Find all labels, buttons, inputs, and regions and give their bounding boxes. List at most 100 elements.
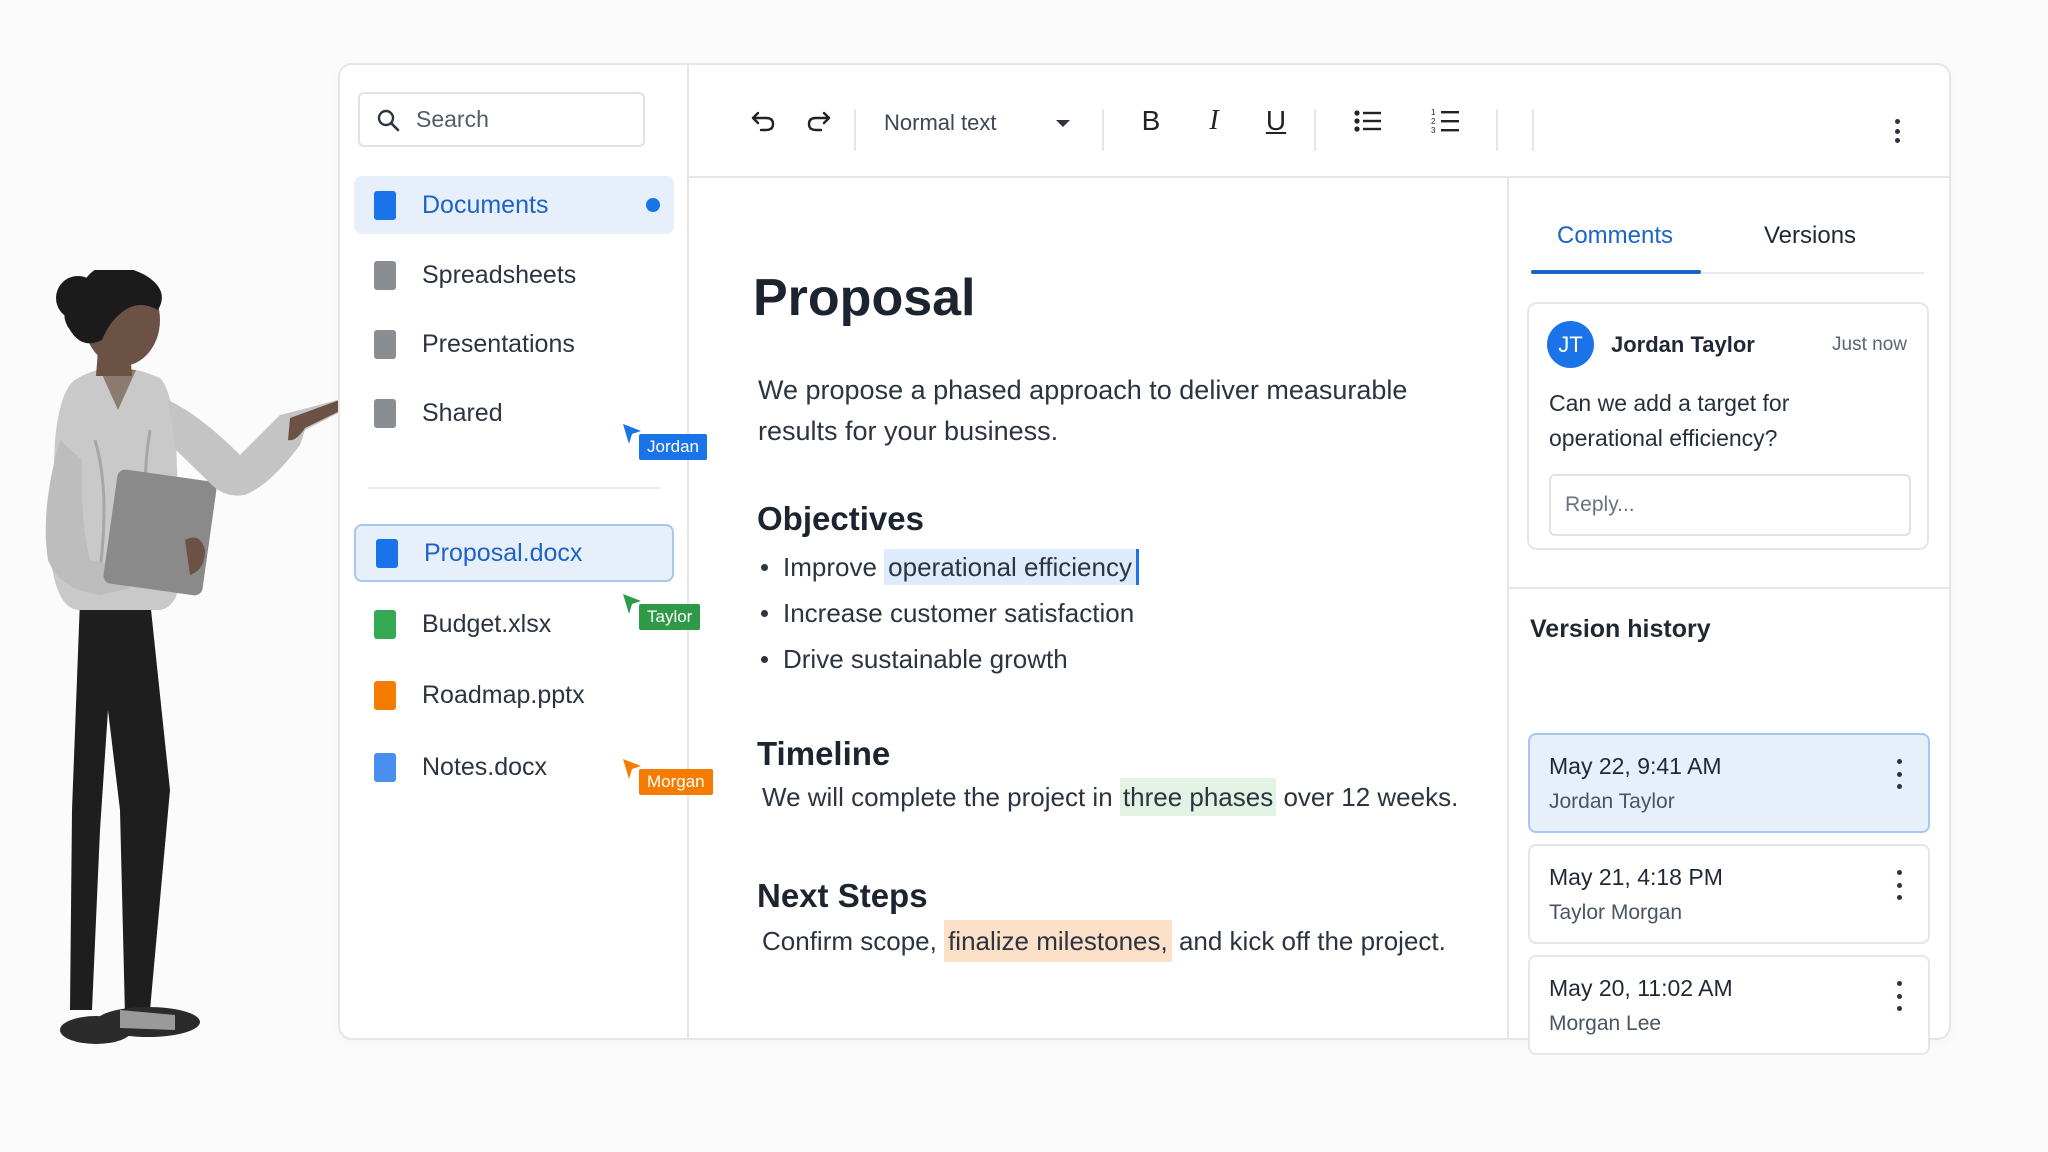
file-item-label: Proposal.docx [424, 538, 583, 567]
bold-button[interactable]: B [1129, 99, 1173, 143]
more-vertical-icon-dot [1894, 128, 1900, 134]
shared-icon [374, 398, 396, 428]
more-vertical-icon-dot [1896, 993, 1902, 999]
app-window: Documents Spreadsheets Presentations Sha… [338, 63, 1951, 1055]
toolbar-separator [854, 109, 856, 151]
version-more-button[interactable] [1892, 759, 1906, 789]
document-title: Proposal [753, 269, 976, 327]
reply-input[interactable] [1549, 474, 1911, 536]
doc-file-icon [374, 752, 396, 782]
presentations-icon [374, 329, 396, 359]
chevron-down-icon [1056, 120, 1070, 127]
sidebar-item-documents[interactable]: Documents [354, 176, 674, 234]
collaborator-cursor-taylor: Taylor [621, 592, 701, 630]
text-style-dropdown[interactable]: Normal text [884, 101, 1084, 145]
file-item-proposal[interactable]: Proposal.docx [354, 524, 674, 582]
slides-file-icon [374, 680, 396, 710]
tab-versions[interactable]: Versions [1764, 222, 1856, 250]
bulleted-list-icon [1354, 110, 1381, 132]
sidebar-item-presentations[interactable]: Presentations [354, 315, 674, 373]
text-style-value: Normal text [884, 110, 997, 135]
redo-icon [807, 111, 831, 132]
version-author: Taylor Morgan [1549, 901, 1683, 924]
more-vertical-icon [1896, 981, 1902, 986]
more-vertical-icon-dot [1896, 895, 1902, 900]
version-history-title: Version history [1530, 615, 1711, 643]
numbered-list-button[interactable]: 1 2 3 [1424, 99, 1468, 143]
active-indicator-dot [646, 198, 660, 212]
avatar: JT [1547, 321, 1594, 368]
comment-timestamp: Just now [1832, 334, 1907, 355]
collaborator-highlight-morgan[interactable]: finalize milestones, [944, 920, 1172, 962]
active-tab-underline [1531, 270, 1701, 274]
svg-text:2: 2 [1431, 117, 1436, 126]
italic-button[interactable]: I [1192, 99, 1236, 143]
more-vertical-icon [1896, 870, 1902, 875]
timeline-text-prefix: We will complete the project in [762, 782, 1120, 812]
more-vertical-icon-dot [1896, 771, 1902, 777]
editor-toolbar: Normal text B I U 1 2 3 [689, 65, 1949, 178]
sidebar-divider [368, 487, 660, 489]
undo-button[interactable] [741, 99, 785, 143]
comment-highlight[interactable]: operational efficiency [884, 549, 1139, 585]
underline-button[interactable]: U [1254, 99, 1298, 143]
panel-divider [1509, 587, 1949, 589]
sidebar-item-label: Shared [422, 398, 503, 427]
sidebar-item-spreadsheets[interactable]: Spreadsheets [354, 246, 674, 304]
numbered-list-icon: 1 2 3 [1431, 108, 1459, 135]
version-more-button[interactable] [1892, 981, 1906, 1011]
toolbar-separator [1532, 109, 1534, 151]
italic-label: I [1209, 105, 1219, 136]
objectives-heading: Objectives [757, 500, 924, 537]
list-item: Drive sustainable growth [761, 636, 1139, 682]
more-vertical-icon-dot [1894, 138, 1900, 143]
version-card[interactable]: May 22, 9:41 AM Jordan Taylor [1528, 733, 1930, 833]
file-item-roadmap[interactable]: Roadmap.pptx [354, 666, 674, 724]
list-item: Improve operational efficiency [761, 544, 1139, 590]
version-date: May 20, 11:02 AM [1549, 975, 1733, 1001]
comment-author: Jordan Taylor [1611, 332, 1755, 357]
sidebar-item-label: Spreadsheets [422, 260, 577, 289]
svg-text:3: 3 [1431, 126, 1436, 135]
timeline-text: We will complete the project in three ph… [762, 778, 1459, 816]
version-more-button[interactable] [1892, 870, 1906, 900]
comment-text: Can we add a target for operational effi… [1549, 390, 1790, 451]
person-illustration [45, 270, 350, 1044]
next-steps-text-suffix: and kick off the project. [1171, 926, 1446, 956]
more-options-button[interactable] [1892, 119, 1902, 143]
version-card[interactable]: May 21, 4:18 PM Taylor Morgan [1528, 844, 1930, 944]
side-panel: Comments Versions JT Jordan Taylor Just … [1507, 178, 1949, 1055]
comment-card: JT Jordan Taylor Just now Can we add a t… [1527, 302, 1929, 550]
sidebar: Documents Spreadsheets Presentations Sha… [340, 65, 713, 1038]
next-steps-text-prefix: Confirm scope, [762, 926, 945, 956]
document-intro: We propose a phased approach to deliver … [758, 375, 1408, 446]
timeline-text-suffix: over 12 weeks. [1276, 782, 1459, 812]
sidebar-item-label: Presentations [422, 329, 575, 358]
spreadsheets-icon [374, 260, 396, 290]
tab-comments[interactable]: Comments [1557, 222, 1673, 250]
search-field[interactable] [358, 92, 645, 147]
list-item-text: Improve [783, 552, 885, 582]
list-item: Increase customer satisfaction [761, 590, 1139, 636]
redo-button[interactable] [797, 99, 841, 143]
sheet-file-icon [374, 609, 396, 639]
version-author: Jordan Taylor [1549, 790, 1675, 813]
next-steps-heading: Next Steps [757, 877, 928, 914]
doc-file-icon [376, 538, 398, 568]
file-item-label: Budget.xlsx [422, 609, 552, 638]
sidebar-item-label: Documents [422, 190, 549, 219]
underline-label: U [1265, 105, 1287, 136]
next-steps-text: Confirm scope, finalize milestones, and … [762, 920, 1446, 962]
more-vertical-icon-dot [1896, 784, 1902, 789]
search-input[interactable] [416, 106, 616, 133]
more-vertical-icon [1896, 759, 1902, 764]
toolbar-separator [1102, 109, 1104, 151]
collaborator-highlight-taylor[interactable]: three phases [1119, 778, 1277, 816]
document-canvas[interactable]: Proposal We propose a phased approach to… [689, 178, 1507, 1038]
toolbar-separator [1314, 109, 1316, 151]
version-card[interactable]: May 20, 11:02 AM Morgan Lee [1528, 955, 1930, 1055]
bulleted-list-button[interactable] [1346, 99, 1390, 143]
documents-icon [374, 190, 396, 220]
svg-text:1: 1 [1431, 108, 1436, 117]
objectives-list: Improve operational efficiency Increase … [761, 544, 1139, 682]
